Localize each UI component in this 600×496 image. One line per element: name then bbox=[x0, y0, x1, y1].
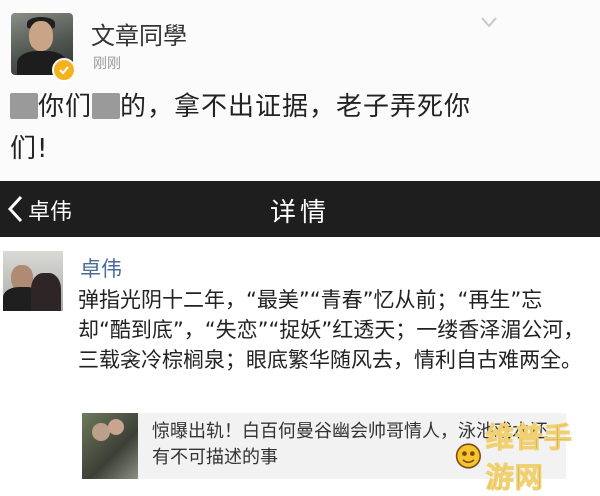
censored-block bbox=[10, 93, 38, 119]
chevron-down-icon[interactable] bbox=[480, 15, 498, 29]
avatar-face bbox=[29, 21, 53, 51]
watermark: 维普手游网 bbox=[455, 421, 600, 495]
detail-username[interactable]: 卓伟 bbox=[80, 253, 122, 283]
nav-bar: 卓伟 详情 bbox=[0, 181, 600, 237]
page-title: 详情 bbox=[269, 198, 330, 228]
avatar-figure bbox=[31, 273, 61, 311]
watermark-text: 维普手游网 bbox=[485, 421, 573, 495]
detail-user-avatar[interactable] bbox=[3, 251, 63, 311]
post-text-part-1: 你们 bbox=[38, 92, 93, 122]
watermark-logo-icon bbox=[455, 443, 481, 469]
post-text-part-2: 的，拿不出证据，老子弄死你 bbox=[120, 92, 472, 122]
thumb-figure bbox=[108, 419, 124, 435]
detail-text: 弹指光阴十二年，“最美”“青春”忆从前；“再生”忘却“酷到底”，“失恋”“捉妖”… bbox=[78, 288, 585, 372]
original-post: 文章同學 刚刚 你们 的，拿不出证据，老子弄死你们! bbox=[0, 0, 600, 181]
article-thumbnail bbox=[82, 413, 138, 479]
verified-badge-icon bbox=[52, 58, 76, 82]
post-time: 刚刚 bbox=[93, 56, 121, 72]
censored-block bbox=[92, 93, 121, 119]
post-text-part-3: 们! bbox=[10, 134, 49, 164]
post-username[interactable]: 文章同學 bbox=[91, 16, 187, 51]
post-text: 你们 的，拿不出证据，老子弄死你们! bbox=[10, 86, 595, 170]
